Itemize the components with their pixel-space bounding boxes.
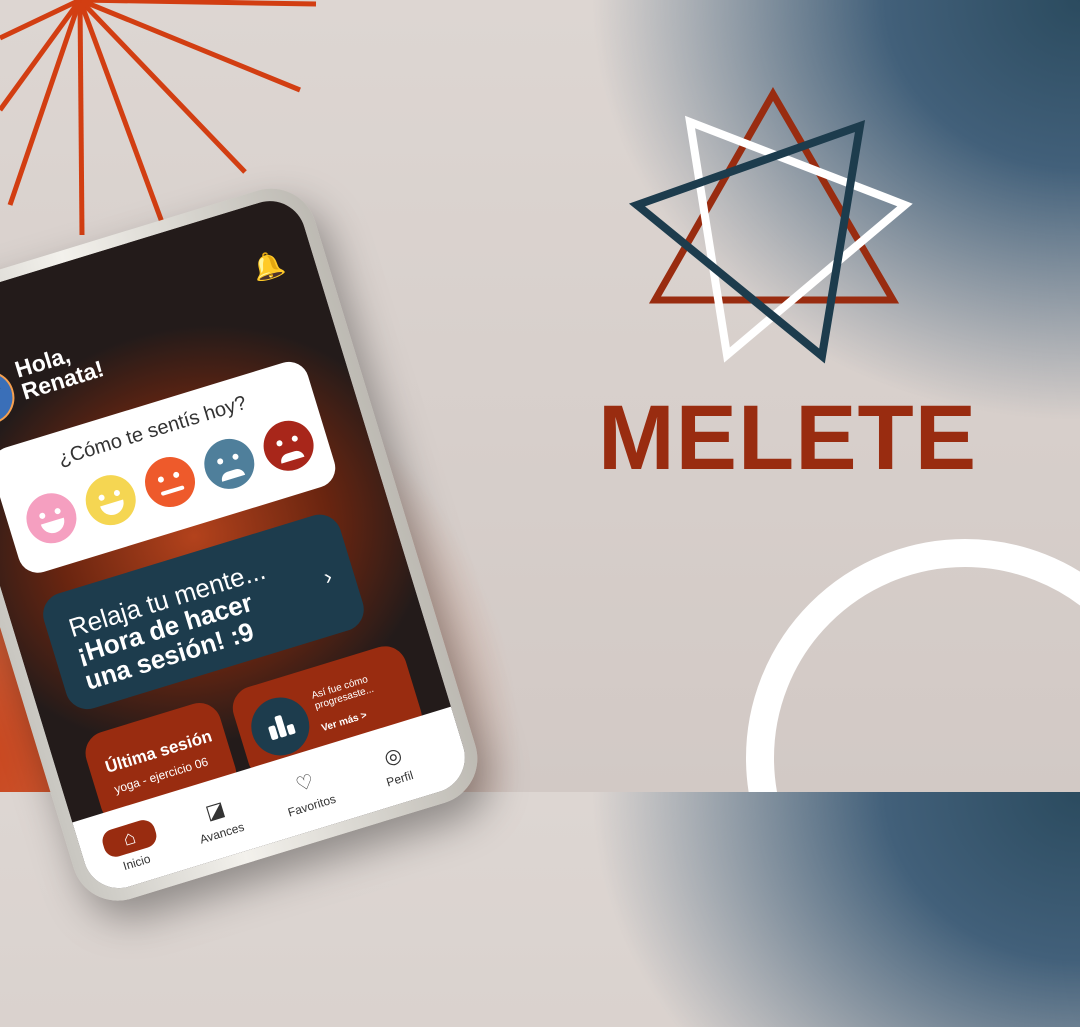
see-more-link[interactable]: Ver más > — [320, 710, 368, 734]
greeting: Hola, Renata! — [12, 335, 107, 404]
profile-icon: ◎ — [381, 743, 405, 770]
laughing-face-icon[interactable] — [20, 487, 83, 550]
scene: MELETE Hola, Renata! 🔔 ¿Cómo te sentís h… — [0, 0, 1080, 913]
smiling-face-icon[interactable] — [79, 468, 142, 532]
home-icon: ⌂ — [99, 817, 160, 860]
nav-label-profile: Perfil — [384, 768, 415, 790]
nav-label-home: Inicio — [121, 851, 153, 874]
chevron-right-icon: › — [320, 563, 336, 590]
bell-icon[interactable]: 🔔 — [248, 247, 288, 286]
progress-text: Así fue cómo progresaste... — [310, 673, 375, 712]
sad-face-icon[interactable] — [198, 432, 261, 496]
app-screen: Hola, Renata! 🔔 ¿Cómo te sentís hoy? Rel… — [0, 192, 474, 898]
nav-item-progress[interactable]: ◪ Avances — [177, 788, 258, 850]
nav-item-home[interactable]: ⌂ Inicio — [91, 815, 173, 880]
phone-frame: Hola, Renata! 🔔 ¿Cómo te sentís hoy? Rel… — [0, 177, 489, 913]
session-text: Relaja tu mente... ¡Hora de hacer una se… — [65, 555, 285, 695]
angry-face-icon[interactable] — [257, 414, 320, 477]
neutral-face-icon[interactable] — [138, 450, 202, 514]
nav-item-profile[interactable]: ◎ Perfil — [355, 734, 436, 796]
